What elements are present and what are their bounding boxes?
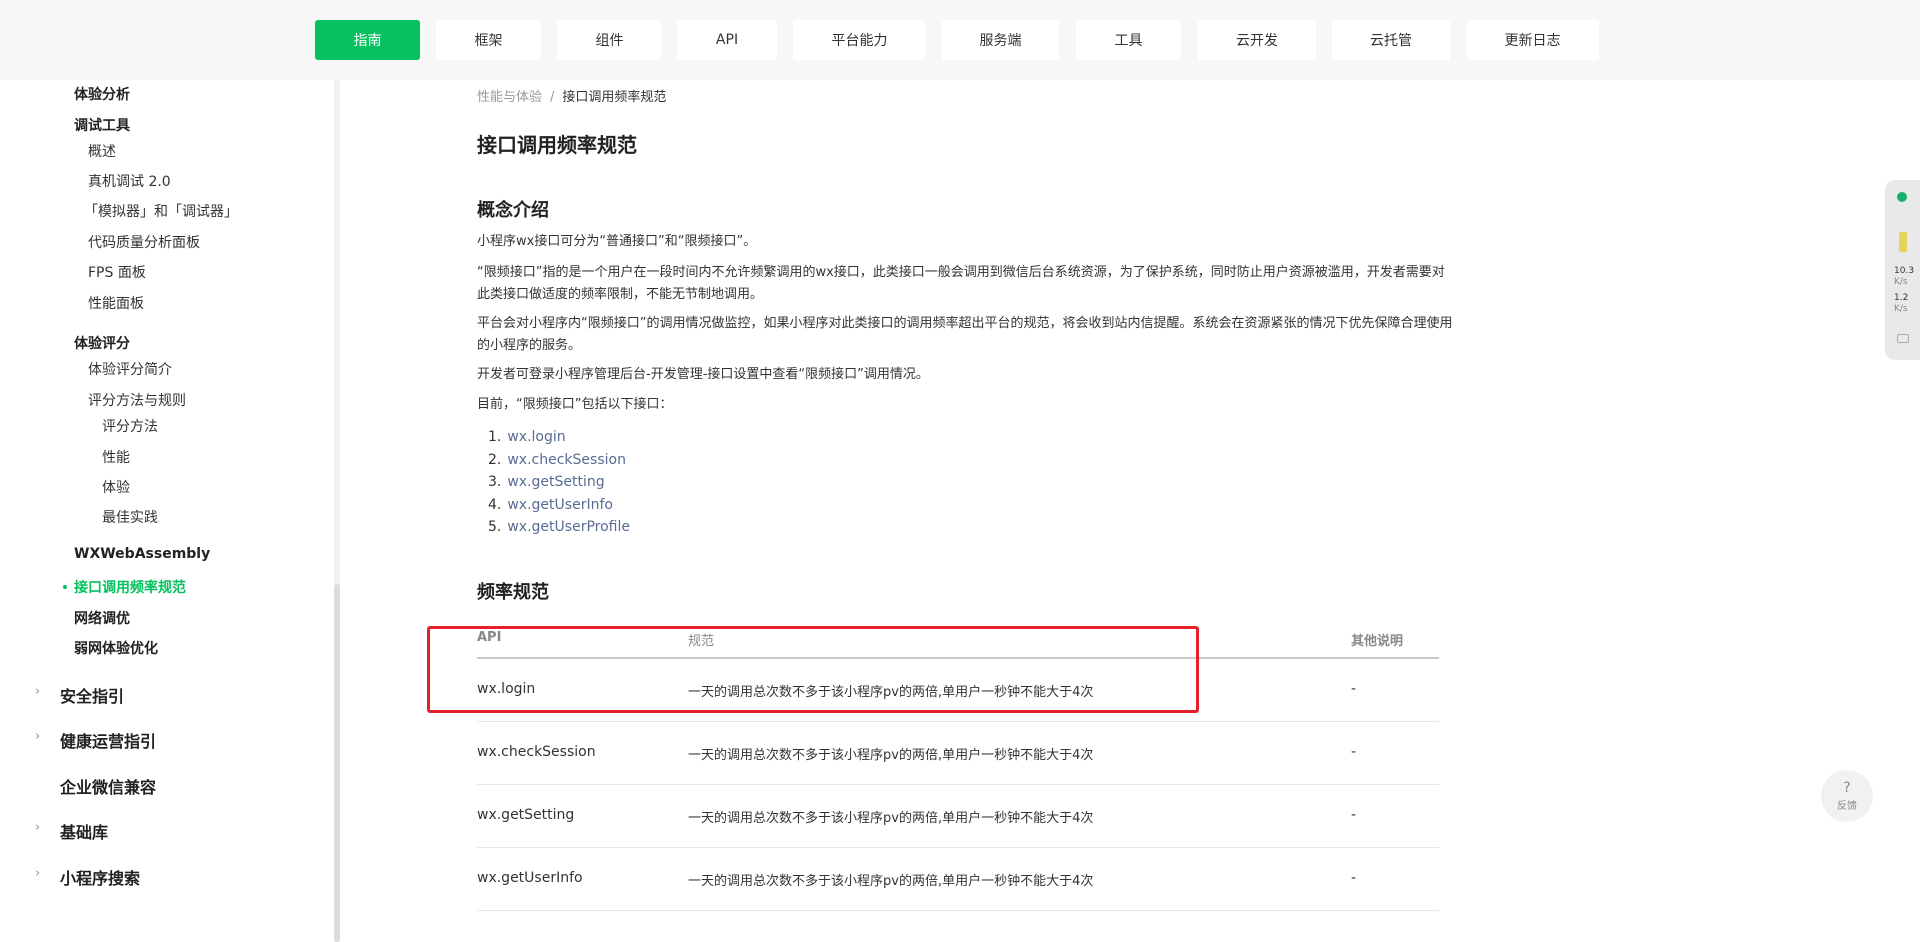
api-link-get-user-profile[interactable]: wx.getUserProfile (507, 519, 630, 535)
cell-notes: - (1351, 870, 1357, 886)
top-nav: 指南 框架 组件 API 平台能力 服务端 工具 云开发 云托管 更新日志 (0, 0, 1920, 80)
nav-api[interactable]: API (677, 20, 777, 60)
sidebar-item-wxwebassembly[interactable]: WXWebAssembly (74, 546, 210, 562)
column-header-spec: 规范 (688, 634, 715, 649)
paragraph-1: 小程序wx接口可分为“普通接口”和“限频接口”。 (477, 234, 757, 249)
sidebar-item-performance-panel[interactable]: 性能面板 (88, 293, 144, 313)
paragraph-4: 开发者可登录小程序管理后台-开发管理-接口设置中查看“限频接口”调用情况。 (477, 367, 929, 382)
sidebar-item-weak-network[interactable]: 弱网体验优化 (74, 638, 158, 658)
sidebar-item-performance[interactable]: 性能 (102, 447, 130, 467)
download-speed: 1.2 (1894, 293, 1909, 303)
chevron-right-icon[interactable]: › (35, 866, 40, 881)
section-heading-concept: 概念介绍 (477, 200, 549, 221)
sidebar-item-wecom[interactable]: 企业微信兼容 (60, 774, 156, 798)
nav-platform[interactable]: 平台能力 (793, 20, 926, 60)
breadcrumb: 性能与体验 / 接口调用频率规范 (477, 86, 666, 105)
feedback-button[interactable]: ? 反馈 (1821, 770, 1873, 822)
sidebar-item-search[interactable]: 小程序搜索 (60, 865, 140, 889)
sidebar-item-score-rules[interactable]: 评分方法与规则 (88, 390, 186, 410)
breadcrumb-separator: / (550, 90, 555, 105)
paragraph-3: 平台会对小程序内“限频接口”的调用情况做监控，如果小程序对此类接口的调用频率超出… (477, 316, 1453, 353)
frequency-table: API 规范 其他说明 wx.login 一天的调用总次数不多于该小程序pv的两… (477, 614, 1439, 911)
nav-cloud-dev[interactable]: 云开发 (1198, 20, 1316, 60)
table-row: wx.getUserInfo 一天的调用总次数不多于该小程序pv的两倍,单用户一… (477, 848, 1439, 911)
cell-api: wx.getUserInfo (477, 870, 583, 886)
paragraph-5: 目前，“限频接口”包括以下接口： (477, 397, 673, 412)
cell-api: wx.getSetting (477, 807, 575, 823)
nav-cloud-hosting[interactable]: 云托管 (1332, 20, 1450, 60)
sidebar-item-network-tuning[interactable]: 网络调优 (74, 608, 130, 628)
cell-notes: - (1351, 744, 1357, 760)
sidebar-item-remote-debug[interactable]: 真机调试 2.0 (88, 171, 171, 191)
table-row: wx.checkSession 一天的调用总次数不多于该小程序pv的两倍,单用户… (477, 722, 1439, 785)
page-title: 接口调用频率规范 (477, 133, 637, 157)
question-icon: ? (1843, 779, 1851, 796)
nav-guide[interactable]: 指南 (315, 20, 420, 60)
battery-icon (1899, 232, 1907, 252)
sidebar-item-code-quality[interactable]: 代码质量分析面板 (88, 232, 200, 252)
sidebar-item-score-method[interactable]: 评分方法 (102, 416, 158, 436)
api-link-login[interactable]: wx.login (507, 429, 565, 445)
cell-api: wx.login (477, 681, 536, 697)
sidebar-item-experience[interactable]: 体验 (102, 477, 130, 497)
cell-spec: 一天的调用总次数不多于该小程序pv的两倍,单用户一秒钟不能大于4次 (688, 874, 1094, 889)
list-item: 3. wx.getSetting (488, 474, 605, 490)
sidebar-item-security[interactable]: 安全指引 (60, 683, 124, 707)
upload-unit: K/s (1894, 277, 1908, 287)
cell-notes: - (1351, 681, 1357, 697)
table-row: wx.login 一天的调用总次数不多于该小程序pv的两倍,单用户一秒钟不能大于… (477, 659, 1439, 722)
sidebar-item-operation[interactable]: 健康运营指引 (60, 728, 156, 752)
list-item: 2. wx.checkSession (488, 451, 626, 468)
nav-components[interactable]: 组件 (557, 20, 662, 60)
active-indicator-dot (63, 585, 67, 589)
sidebar-item-debug-tools[interactable]: 调试工具 (74, 115, 130, 135)
nav-framework[interactable]: 框架 (436, 20, 541, 60)
breadcrumb-parent-link[interactable]: 性能与体验 (477, 90, 542, 105)
section-heading-frequency: 频率规范 (477, 582, 549, 603)
nav-server[interactable]: 服务端 (942, 20, 1059, 60)
feedback-label: 反馈 (1837, 800, 1857, 812)
sidebar-item-simulator-debugger[interactable]: 「模拟器」和「调试器」 (84, 201, 238, 221)
sidebar: 体验分析 调试工具 概述 真机调试 2.0 「模拟器」和「调试器」 代码质量分析… (0, 80, 340, 942)
limited-api-list: 1. wx.login 2. wx.checkSession 3. wx.getSet… (488, 426, 630, 539)
sidebar-item-experience-score[interactable]: 体验评分 (74, 333, 130, 353)
list-item: 4. wx.getUserInfo (488, 496, 613, 513)
api-link-get-user-info[interactable]: wx.getUserInfo (507, 497, 613, 513)
chevron-right-icon[interactable]: › (35, 684, 40, 699)
breadcrumb-current: 接口调用频率规范 (562, 90, 667, 105)
main-content: 性能与体验 / 接口调用频率规范 接口调用频率规范 概念介绍 小程序wx接口可分为“… (340, 80, 1880, 942)
table-header: API 规范 其他说明 (477, 614, 1439, 659)
sidebar-item-fps-panel[interactable]: FPS 面板 (88, 262, 146, 282)
sidebar-item-base-library[interactable]: 基础库 (60, 819, 108, 843)
list-item: 5. wx.getUserProfile (488, 519, 630, 535)
sidebar-item-score-intro[interactable]: 体验评分简介 (88, 359, 172, 379)
cell-spec: 一天的调用总次数不多于该小程序pv的两倍,单用户一秒钟不能大于4次 (688, 811, 1094, 826)
table-row: wx.getSetting 一天的调用总次数不多于该小程序pv的两倍,单用户一秒… (477, 785, 1439, 848)
sidebar-item-overview[interactable]: 概述 (88, 141, 116, 161)
cell-spec: 一天的调用总次数不多于该小程序pv的两倍,单用户一秒钟不能大于4次 (688, 685, 1094, 700)
status-dot-icon (1897, 192, 1907, 202)
download-unit: K/s (1894, 304, 1908, 314)
camera-icon[interactable] (1897, 334, 1909, 343)
api-link-check-session[interactable]: wx.checkSession (507, 452, 626, 468)
sidebar-item-api-frequency[interactable]: 接口调用频率规范 (74, 577, 186, 597)
sidebar-item-best-practice[interactable]: 最佳实践 (102, 507, 158, 527)
nav-tools[interactable]: 工具 (1076, 20, 1181, 60)
paragraph-2: “限频接口”指的是一个用户在一段时间内不允许频繁调用的wx接口，此类接口一般会调… (477, 265, 1445, 302)
list-item: 1. wx.login (488, 429, 566, 445)
column-header-notes: 其他说明 (1351, 634, 1404, 649)
column-header-api: API (477, 630, 502, 645)
cell-spec: 一天的调用总次数不多于该小程序pv的两倍,单用户一秒钟不能大于4次 (688, 748, 1094, 763)
nav-changelog[interactable]: 更新日志 (1466, 20, 1599, 60)
sidebar-item-experience-analysis[interactable]: 体验分析 (74, 84, 130, 104)
upload-speed: 10.3 (1894, 266, 1915, 276)
chevron-right-icon[interactable]: › (35, 729, 40, 744)
chevron-right-icon[interactable]: › (35, 820, 40, 835)
api-link-get-setting[interactable]: wx.getSetting (507, 474, 604, 490)
cell-api: wx.checkSession (477, 744, 596, 760)
cell-notes: - (1351, 807, 1357, 823)
